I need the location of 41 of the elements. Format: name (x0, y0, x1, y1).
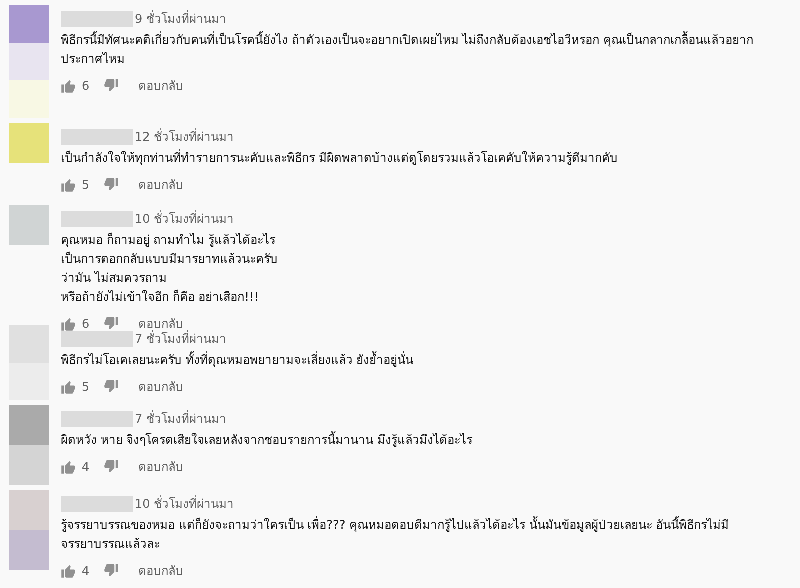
comment-text: คุณหมอ ก็ถามอยู่ ถามทำไม รู้แล้วได้อะไร เป็นการตอกกลับแบบมีมารยาทแล้วนะครับ ว่ามัน ไม่สมควรถาม หรือถ้ายังไม่เข้าใจอีก ก็คือ อย่าเสือก!!! (61, 232, 279, 306)
reply-button[interactable]: ตอบกลับ (138, 378, 184, 396)
thumbs-down-icon[interactable] (104, 380, 119, 394)
thumbs-up-icon[interactable] (61, 564, 76, 578)
thumbs-up-icon[interactable] (61, 79, 76, 93)
thumbs-up-icon[interactable] (61, 317, 76, 331)
thumbs-down-icon[interactable] (104, 79, 119, 93)
comment-text: พิธีกรไม่โอเคเลยนะครับ ทั้งที่ดุณหมอพยายามจะเลี่ยงแล้ว ยังย้ำอยู่นั่น (61, 351, 415, 370)
reply-button[interactable]: ตอบกลับ (138, 562, 184, 580)
like-count: 6 (82, 316, 90, 333)
reply-button[interactable]: ตอบกลับ (138, 77, 184, 95)
comment-time: 7 ชั่วโมงที่ผ่านมา (135, 330, 226, 348)
comment-text: พิธีกรนี้มีทัศนะคติเกี่ยวกับคนที่เป็นโรคนี้ยังไง ถ้าตัวเองเป็นจะอยากเปิดเผยไหม ไม่ถึงกลับต้องเอชไอวีหรอก คุณเป็นกลากเกลื้อนแล้วอยากประกาศไหม (61, 31, 754, 68)
thumbs-down-icon[interactable] (104, 564, 119, 578)
comment-time: 9 ชั่วโมงที่ผ่านมา (135, 10, 226, 28)
comment-time: 10 ชั่วโมงที่ผ่านมา (135, 495, 234, 513)
like-count: 4 (82, 563, 90, 580)
comment-time: 7 ชั่วโมงที่ผ่านมา (135, 410, 226, 428)
name-redaction (61, 211, 133, 227)
comment-time: 12 ชั่วโมงที่ผ่านมา (135, 128, 234, 146)
thumbs-up-icon[interactable] (61, 178, 76, 192)
comment-text: รู้จรรยาบรรณของหมอ แต่ก็ยังจะถามว่าใครเป็น เพื่อ??? คุณหมอตอบดีมากรู้ไปแล้วได้อะไร นั้นมันข้อมูลผู้ป่วยเลยนะ อันนี้พิธีกรไม่มีจรรยาบรรณแล้วละ (61, 516, 730, 553)
comment-time: 10 ชั่วโมงที่ผ่านมา (135, 210, 234, 228)
thumbs-down-icon[interactable] (104, 317, 119, 331)
like-count: 5 (82, 177, 90, 194)
comment-text: ผิดหวัง หาย จิงๆโครตเสียใจเลยหลังจากชอบรายการนี้มานาน มึงรู้แล้วมึงได้อะไร (61, 431, 474, 450)
thumbs-up-icon[interactable] (61, 380, 76, 394)
like-count: 5 (82, 379, 90, 396)
name-redaction (61, 331, 133, 347)
thumbs-down-icon[interactable] (104, 178, 119, 192)
like-count: 4 (82, 459, 90, 476)
name-redaction (61, 129, 133, 145)
reply-button[interactable]: ตอบกลับ (138, 176, 184, 194)
reply-button[interactable]: ตอบกลับ (138, 458, 184, 476)
thumbs-up-icon[interactable] (61, 460, 76, 474)
thumbs-down-icon[interactable] (104, 460, 119, 474)
like-count: 6 (82, 78, 90, 95)
comment-text: เป็นกำลังใจให้ทุกท่านที่ทำรายการนะคับและพิธีกร มีผิดพลาดบ้างแต่ดูโดยรวมแล้วโอเคคับให้ความรู้ดีมากคับ (61, 149, 619, 168)
name-redaction (61, 411, 133, 427)
name-redaction (61, 496, 133, 512)
name-redaction (61, 11, 133, 27)
